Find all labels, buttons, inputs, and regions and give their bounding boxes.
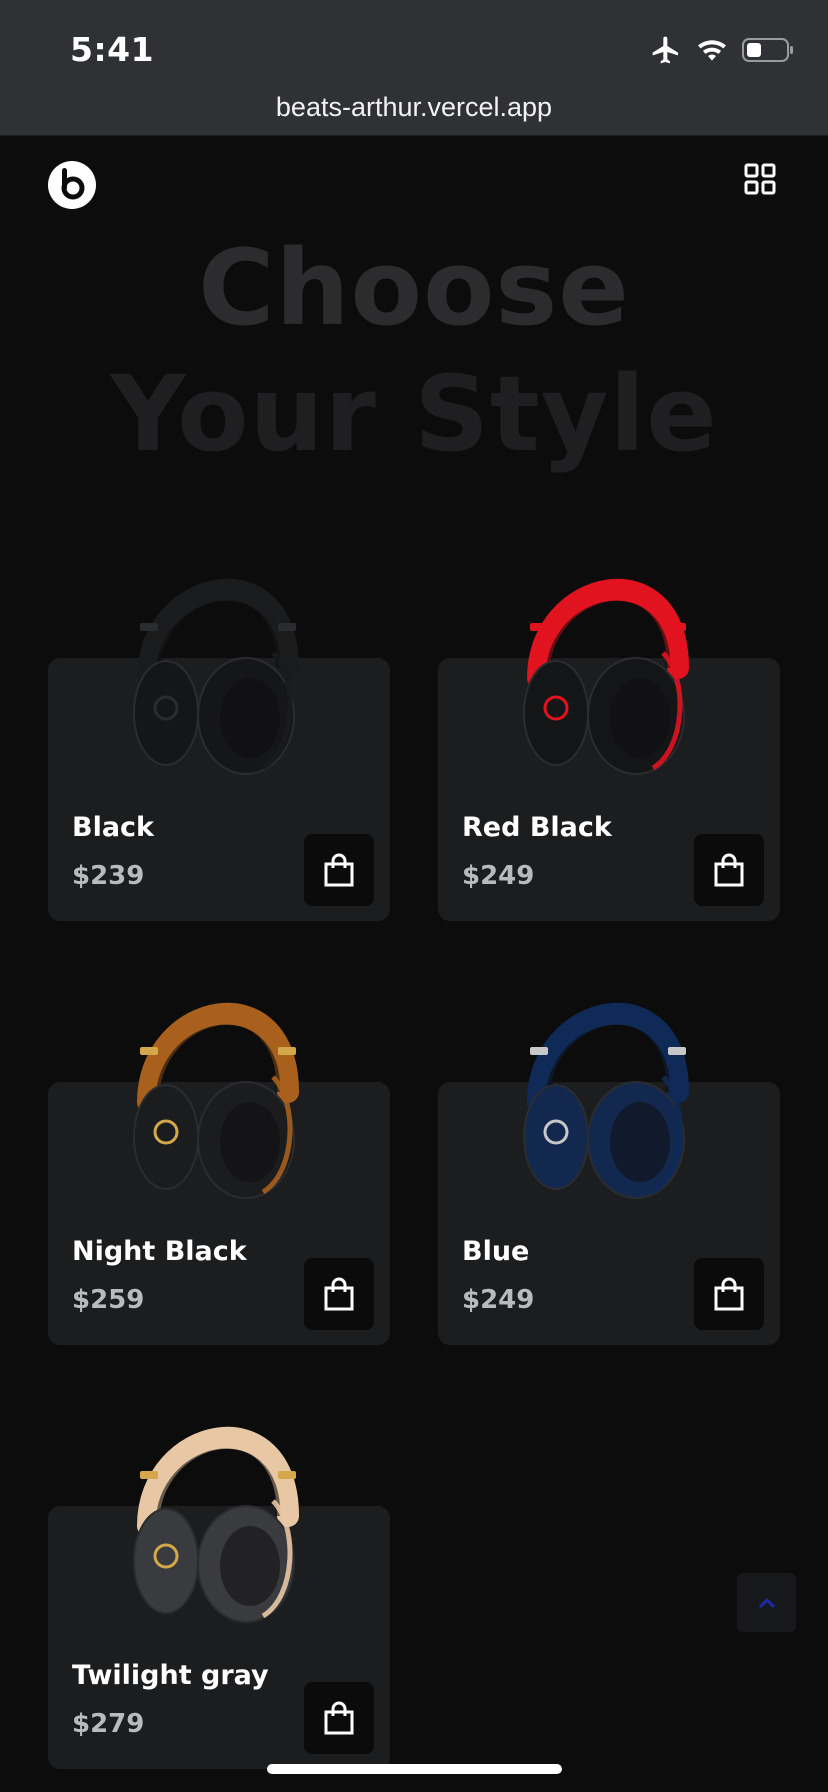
scroll-to-top-button[interactable] — [737, 1573, 796, 1632]
headphones-image — [523, 1002, 689, 1199]
add-to-cart-button[interactable] — [304, 1258, 374, 1330]
add-to-cart-button[interactable] — [694, 1258, 764, 1330]
beats-logo-icon[interactable] — [47, 160, 97, 210]
battery-icon — [742, 38, 793, 62]
product-price: $259 — [72, 1285, 145, 1315]
status-time: 5:41 — [70, 30, 155, 69]
grid-menu-icon[interactable] — [744, 163, 776, 195]
add-to-cart-button[interactable] — [694, 834, 764, 906]
product-name: Twilight gray — [72, 1660, 269, 1691]
airplane-icon — [652, 36, 678, 64]
product-price: $239 — [72, 861, 145, 891]
hero-line-1: Choose — [198, 227, 630, 349]
headphones-image — [133, 578, 299, 775]
status-icons — [650, 34, 794, 66]
headphones-image — [523, 578, 689, 775]
product-price: $249 — [462, 861, 535, 891]
product-name: Night Black — [72, 1236, 247, 1267]
product-name: Black — [72, 812, 155, 843]
url-bar[interactable]: beats-arthur.vercel.app — [0, 92, 828, 123]
product-price: $249 — [462, 1285, 535, 1315]
add-to-cart-button[interactable] — [304, 1682, 374, 1754]
wifi-icon — [698, 40, 726, 61]
chevron-up-icon — [758, 1597, 775, 1608]
product-name: Blue — [462, 1236, 530, 1267]
hero-title: Choose Your Style — [0, 225, 828, 477]
shopping-bag-icon — [714, 1277, 744, 1311]
product-price: $279 — [72, 1709, 145, 1739]
home-indicator — [267, 1764, 562, 1774]
headphones-image — [133, 1002, 299, 1199]
shopping-bag-icon — [324, 1277, 354, 1311]
shopping-bag-icon — [324, 1701, 354, 1735]
browser-chrome: 5:41 beats-arthur.vercel.app — [0, 0, 828, 136]
hero-line-2: Your Style — [110, 353, 718, 475]
shopping-bag-icon — [714, 853, 744, 887]
shopping-bag-icon — [324, 853, 354, 887]
headphones-image — [133, 1426, 299, 1623]
product-name: Red Black — [462, 812, 612, 843]
add-to-cart-button[interactable] — [304, 834, 374, 906]
